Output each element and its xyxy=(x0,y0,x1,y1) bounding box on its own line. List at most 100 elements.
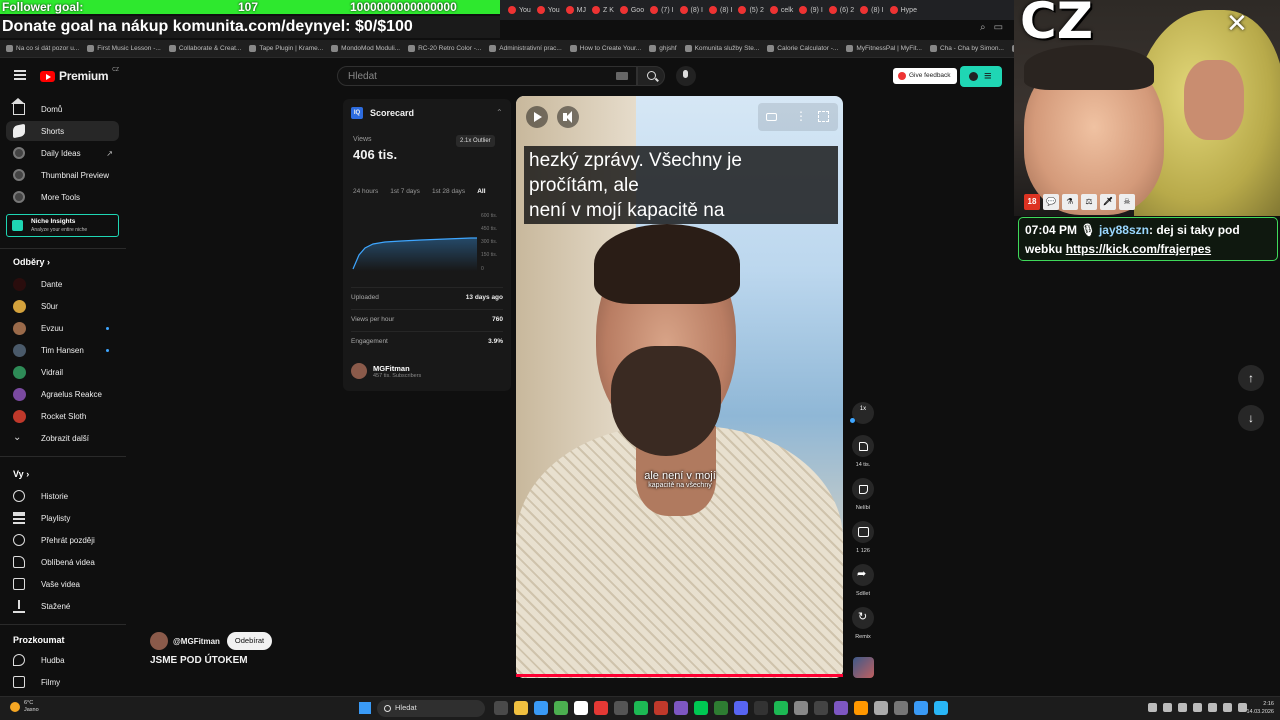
browser-tab[interactable]: Goo xyxy=(619,6,644,14)
bookmark[interactable]: Komunita služby Ste... xyxy=(684,45,759,52)
video-progress-bar[interactable] xyxy=(516,674,843,677)
sidebar-item-thumbnail-preview[interactable]: Thumbnail Preview xyxy=(6,165,119,185)
taskbar-app-icon[interactable] xyxy=(594,701,608,715)
subscriptions-header[interactable]: Odběry › xyxy=(13,257,50,267)
subscription-item[interactable]: Agraelus Reakce xyxy=(6,384,119,404)
taskbar-app-icon[interactable] xyxy=(914,701,928,715)
tray-icon[interactable] xyxy=(1163,703,1172,712)
screen-icon[interactable]: ▭ xyxy=(994,22,1003,40)
tray-icon[interactable] xyxy=(1148,703,1157,712)
extension-menu-button[interactable] xyxy=(960,66,1002,87)
taskbar-app-icon[interactable] xyxy=(754,701,768,715)
windows-start-icon[interactable] xyxy=(359,702,371,714)
taskbar-app-icon[interactable] xyxy=(894,701,908,715)
playback-speed-button[interactable]: 1x xyxy=(852,402,874,424)
taskbar-app-icon[interactable] xyxy=(794,701,808,715)
sidebar-item-daily-ideas[interactable]: Daily Ideas ↗ xyxy=(6,143,119,163)
sidebar-item-home[interactable]: Domů xyxy=(6,98,119,119)
tray-icon[interactable] xyxy=(1208,703,1217,712)
sidebar-item-music[interactable]: Hudba xyxy=(6,650,119,670)
bookmark[interactable]: Collaborate & Creat... xyxy=(168,45,241,52)
taskbar-app-icon[interactable] xyxy=(574,701,588,715)
channel-handle[interactable]: @MGFitman xyxy=(173,637,220,646)
browser-tab[interactable]: (6) 2 xyxy=(828,6,854,14)
give-feedback-button[interactable]: Give feedback xyxy=(893,68,957,84)
browser-tab[interactable]: (8) I xyxy=(709,6,732,14)
search-input[interactable]: Hledat xyxy=(337,66,637,86)
sidebar-item-liked-videos[interactable]: Oblíbená videa xyxy=(6,552,119,572)
range-tab-all[interactable]: All xyxy=(477,188,485,195)
previous-short-button[interactable]: ↑ xyxy=(1238,365,1264,391)
avatar[interactable] xyxy=(150,632,168,650)
sidebar-item-your-videos[interactable]: Vaše videa xyxy=(6,574,119,594)
taskbar-app-icon[interactable] xyxy=(634,701,648,715)
subscription-item[interactable]: S0ur xyxy=(6,296,119,316)
zoom-icon[interactable]: ⌕ xyxy=(980,22,986,40)
bookmark[interactable]: First Music Lesson -... xyxy=(87,45,161,52)
bookmark[interactable]: MyFitnessPal | MyFit... xyxy=(846,45,922,52)
sidebar-item-shorts[interactable]: Shorts xyxy=(6,121,119,141)
sidebar-item-playlist[interactable]: Playlisty xyxy=(6,508,119,528)
youtube-logo[interactable]: Premium CZ xyxy=(40,67,119,83)
subscribe-button[interactable]: Odebírat xyxy=(226,632,273,650)
range-tab-24h[interactable]: 24 hours xyxy=(353,188,378,195)
next-short-button[interactable]: ↓ xyxy=(1238,405,1264,431)
more-options-icon[interactable]: ⋮ xyxy=(795,110,807,122)
remix-button[interactable]: Remix xyxy=(851,607,875,640)
subscription-item[interactable]: Evzuu xyxy=(6,318,119,338)
taskbar-app-icon[interactable] xyxy=(534,701,548,715)
taskbar-app-icon[interactable] xyxy=(934,701,948,715)
bookmark[interactable]: Administrativní prac... xyxy=(489,45,562,52)
taskbar-app-icon[interactable] xyxy=(734,701,748,715)
taskbar-app-icon[interactable] xyxy=(774,701,788,715)
taskbar-app-icon[interactable] xyxy=(854,701,868,715)
bookmark[interactable]: Tape Plugin | Krame... xyxy=(249,45,323,52)
search-button[interactable] xyxy=(637,66,665,86)
bookmark[interactable]: ghjshf xyxy=(649,45,677,52)
collapse-icon[interactable]: ⌃ xyxy=(496,108,503,117)
voice-search-icon[interactable] xyxy=(676,66,696,86)
keyboard-icon[interactable] xyxy=(616,72,628,80)
bookmark[interactable]: How to Create Your... xyxy=(569,45,641,52)
weather-widget[interactable]: 6°C Jasno xyxy=(10,700,39,714)
taskbar-search[interactable]: Hledat xyxy=(377,700,485,717)
sidebar-item-more-tools[interactable]: More Tools xyxy=(6,187,119,207)
dislike-button[interactable]: Nelíbí xyxy=(851,478,875,511)
range-tab-7d[interactable]: 1st 7 days xyxy=(390,188,420,195)
bookmark[interactable]: MondoMod Moduli... xyxy=(331,45,400,52)
bookmark[interactable]: Calorie Calculator -... xyxy=(767,45,838,52)
browser-tab[interactable]: (8) I xyxy=(860,6,884,14)
subscription-item[interactable]: Vidrail xyxy=(6,362,119,382)
range-tab-28d[interactable]: 1st 28 days xyxy=(432,188,465,195)
scorecard-channel[interactable]: MGFitman 457 tis. Subscribers xyxy=(351,363,421,379)
you-header[interactable]: Vy › xyxy=(13,469,29,479)
share-button[interactable]: Sdílet xyxy=(851,564,875,597)
subscription-item[interactable]: Dante xyxy=(6,274,119,294)
sidebar-item-history[interactable]: Historie xyxy=(6,486,119,506)
fullscreen-icon[interactable] xyxy=(818,111,829,122)
bookmark[interactable]: RC-20 Retro Color -... xyxy=(408,45,481,52)
clock[interactable]: 2:16 14.03.2026 xyxy=(1228,700,1274,716)
like-button[interactable]: 14 tis. xyxy=(851,435,875,468)
bookmark[interactable]: Cha - Cha by Simon... xyxy=(929,45,1004,52)
browser-tab[interactable]: celk xyxy=(769,6,793,14)
comments-button[interactable]: 1 126 xyxy=(851,521,875,554)
browser-tab[interactable]: (8) I xyxy=(679,6,703,14)
tray-icon[interactable] xyxy=(1193,703,1202,712)
menu-icon[interactable] xyxy=(14,70,26,80)
taskbar-app-icon[interactable] xyxy=(614,701,628,715)
browser-tab[interactable]: You xyxy=(508,6,531,14)
sidebar-item-download[interactable]: Stažené xyxy=(6,596,119,616)
subscription-item[interactable]: Rocket Sloth xyxy=(6,406,119,426)
taskbar-app-icon[interactable] xyxy=(494,701,508,715)
browser-tab[interactable]: (7) I xyxy=(650,6,674,14)
taskbar-app-icon[interactable] xyxy=(654,701,668,715)
browser-tab[interactable]: Z K xyxy=(591,6,614,14)
taskbar-app-icon[interactable] xyxy=(514,701,528,715)
show-more-button[interactable]: ⌄ Zobrazit další xyxy=(6,428,119,448)
audio-track-thumbnail[interactable] xyxy=(853,657,874,678)
chat-link[interactable]: https://kick.com/frajerpes xyxy=(1066,242,1211,256)
taskbar-app-icon[interactable] xyxy=(694,701,708,715)
play-button[interactable] xyxy=(526,106,548,128)
browser-tab[interactable]: MJ xyxy=(565,6,586,14)
